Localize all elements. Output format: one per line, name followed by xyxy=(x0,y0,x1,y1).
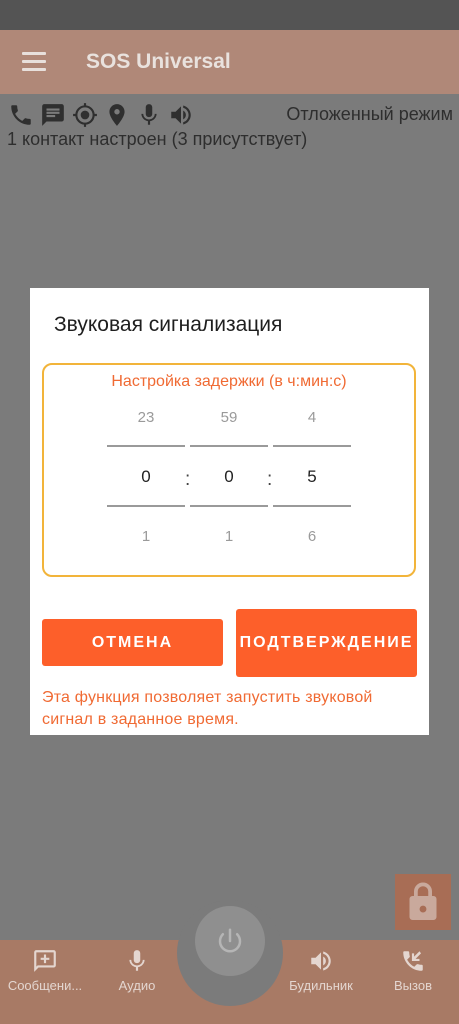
gps-target-icon xyxy=(73,103,97,127)
status-bar xyxy=(0,0,459,30)
phone-icon xyxy=(11,105,31,125)
nav-item-audio[interactable]: Аудио xyxy=(92,948,182,993)
speaker-icon xyxy=(311,951,331,971)
speaker-icon xyxy=(171,105,191,125)
wheel-divider xyxy=(273,445,351,447)
hours-prev-value[interactable]: 23 xyxy=(107,409,185,426)
lock-button[interactable] xyxy=(395,874,451,930)
dialog-title: Звуковая сигнализация xyxy=(54,313,283,336)
wheel-divider xyxy=(273,505,351,507)
sound-alarm-dialog: Звуковая сигнализация Настройка задержки… xyxy=(30,288,429,735)
nav-item-alarm[interactable]: Будильник xyxy=(276,948,366,993)
lock-icon xyxy=(409,882,437,920)
wheel-divider xyxy=(190,445,268,447)
power-icon xyxy=(218,928,242,953)
confirm-button[interactable]: ПОДТВЕРЖДЕНИЕ xyxy=(236,609,417,677)
app-title: SOS Universal xyxy=(86,50,231,73)
picker-title: Настройка задержки (в ч:мин:с) xyxy=(111,373,347,390)
time-separator: : xyxy=(267,469,273,490)
status-icon-row xyxy=(8,102,194,128)
microphone-icon xyxy=(129,950,145,971)
app-bar: SOS Universal xyxy=(0,30,459,94)
nav-item-call[interactable]: Вызов xyxy=(368,948,458,993)
seconds-prev-value[interactable]: 4 xyxy=(273,409,351,426)
power-button[interactable] xyxy=(195,906,265,976)
seconds-next-value[interactable]: 6 xyxy=(273,528,351,545)
cancel-button[interactable]: ОТМЕНА xyxy=(42,619,223,666)
hamburger-menu-icon[interactable] xyxy=(22,52,46,72)
hours-next-value[interactable]: 1 xyxy=(107,528,185,545)
microphone-icon xyxy=(141,104,157,125)
hours-current-value[interactable]: 0 xyxy=(107,467,185,487)
hours-wheel[interactable]: 23 0 1 xyxy=(107,401,185,551)
seconds-current-value[interactable]: 5 xyxy=(273,467,351,487)
nav-item-label: Сообщени... xyxy=(7,978,83,993)
nav-item-label: Аудио xyxy=(118,978,156,993)
seconds-wheel[interactable]: 4 5 6 xyxy=(273,401,351,551)
message-icon xyxy=(42,104,64,126)
delay-time-picker: Настройка задержки (в ч:мин:с) 23 0 1 : … xyxy=(42,363,416,577)
wheel-divider xyxy=(107,505,185,507)
nav-item-label: Вызов xyxy=(394,978,432,993)
contacts-status-label: 1 контакт настроен (3 присутствует) xyxy=(7,129,308,149)
minutes-current-value[interactable]: 0 xyxy=(190,467,268,487)
minutes-wheel[interactable]: 59 0 1 xyxy=(190,401,268,551)
location-pin-icon xyxy=(109,104,125,126)
mode-label: Отложенный режим xyxy=(286,104,453,124)
minutes-next-value[interactable]: 1 xyxy=(190,528,268,545)
wheel-divider xyxy=(190,505,268,507)
wheel-divider xyxy=(107,445,185,447)
phone-callback-icon xyxy=(403,951,423,971)
dialog-note: Эта функция позволяет запустить звуковой… xyxy=(42,689,373,728)
nav-item-messages[interactable]: Сообщени... xyxy=(0,948,90,993)
nav-item-label: Будильник xyxy=(289,978,353,993)
message-add-icon xyxy=(34,950,56,972)
minutes-prev-value[interactable]: 59 xyxy=(190,409,268,426)
